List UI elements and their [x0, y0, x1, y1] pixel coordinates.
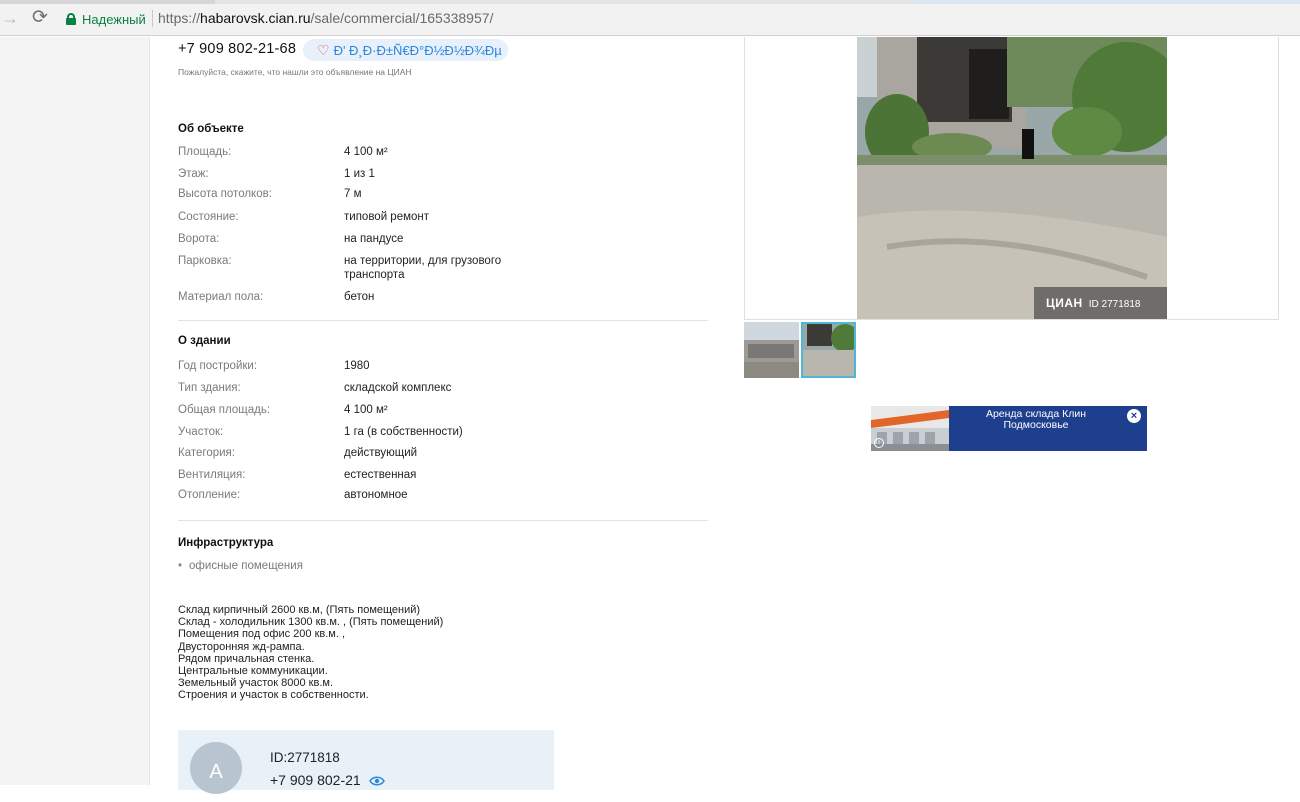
lock-icon	[66, 13, 76, 25]
row-key: Высота потолков:	[178, 188, 272, 200]
row-value: естественная	[344, 469, 417, 481]
agent-phone[interactable]: +7 909 802-21	[270, 772, 385, 788]
description-line: Склад - холодильник 1300 кв.м. , (Пять п…	[178, 616, 444, 629]
row-key: Тип здания:	[178, 382, 241, 394]
row-key: Вентиляция:	[178, 469, 246, 481]
favorite-button[interactable]: ♡ Ð' Ð¸Ð·Ð±Ñ€Ð°Ð½Ð½Ð¾Ðµ	[303, 39, 508, 61]
infrastructure-section-title: Инфраструктура	[178, 537, 274, 549]
section-divider	[178, 520, 708, 521]
security-indicator[interactable]: Надежный	[66, 10, 146, 28]
favorite-label: Ð' Ð¸Ð·Ð±Ñ€Ð°Ð½Ð½Ð¾Ðµ	[333, 43, 502, 58]
tab-strip	[0, 0, 1300, 4]
section-divider	[178, 320, 708, 321]
row-key: Ворота:	[178, 233, 220, 245]
row-value: складской комплекс	[344, 382, 452, 394]
contact-phone[interactable]: +7 909 802-21-68	[178, 41, 296, 57]
row-key: Год постройки:	[178, 360, 258, 372]
url-path: /sale/commercial/165338957/	[310, 10, 494, 26]
info-icon[interactable]: i	[874, 438, 884, 448]
row-key: Этаж:	[178, 168, 209, 180]
listing-photo[interactable]: ЦИАН ID 2771818	[857, 37, 1167, 319]
description-line: Помещения под офис 200 кв.м. ,	[178, 628, 346, 641]
row-value: на территории, для грузового транспорта	[344, 255, 502, 281]
infrastructure-item: офисные помещения	[178, 560, 303, 572]
row-value: 1 из 1	[344, 168, 375, 180]
description-line: Склад кирпичный 2600 кв.м, (Пять помещен…	[178, 604, 421, 616]
left-gutter	[0, 37, 150, 785]
row-key: Состояние:	[178, 211, 239, 223]
row-key: Общая площадь:	[178, 404, 271, 416]
avatar: А	[190, 742, 242, 794]
row-key: Отопление:	[178, 489, 241, 501]
description-line: Строения и участок в собственности.	[178, 689, 369, 702]
description-line: Центральные коммуникации.	[178, 665, 328, 678]
photo-watermark: ЦИАН ID 2771818	[1034, 287, 1167, 319]
watermark-id: ID 2771818	[1088, 299, 1141, 310]
row-value: типовой ремонт	[344, 211, 430, 223]
url-host: habarovsk.cian.ru	[200, 10, 311, 26]
row-key: Участок:	[178, 426, 224, 438]
agent-id: ID:2771818	[270, 750, 340, 765]
heart-icon: ♡	[317, 42, 330, 58]
watermark-brand: ЦИАН	[1046, 296, 1083, 310]
row-key: Парковка:	[178, 255, 232, 267]
photo-thumbnail-active[interactable]	[801, 322, 856, 378]
ad-text-line: Подмосковье	[1003, 419, 1069, 431]
url-scheme: https://	[158, 10, 201, 26]
building-section-title: О здании	[178, 335, 231, 347]
contact-hint: Пожалуйста, скажите, что нашли это объяв…	[178, 67, 412, 77]
row-value: 4 100 м²	[344, 404, 388, 416]
close-icon[interactable]: ×	[1127, 409, 1141, 423]
row-value: на пандусе	[344, 233, 404, 245]
row-value: 4 100 м²	[344, 146, 388, 158]
browser-toolbar: → ⟳ Надежный https://habarovsk.cian.ru/s…	[0, 0, 1300, 36]
thumbnail-image	[803, 324, 854, 376]
listing-description: Склад кирпичный 2600 кв.м, (Пять помещен…	[178, 604, 443, 702]
description-line: Двусторонняя жд-рампа.	[178, 640, 305, 653]
agent-phone-number: +7 909 802-21	[270, 772, 361, 788]
address-separator	[152, 10, 153, 27]
warehouse-photo-illustration	[857, 37, 1167, 319]
address-bar[interactable]: https://habarovsk.cian.ru/sale/commercia…	[158, 10, 493, 26]
agent-card: А ID:2771818 +7 909 802-21	[178, 730, 554, 794]
row-value: 1 га (в собственности)	[344, 426, 463, 438]
photo-gallery: ЦИАН ID 2771818	[744, 37, 1279, 320]
listing-page: +7 909 802-21-68 ♡ Ð' Ð¸Ð·Ð±Ñ€Ð°Ð½Ð½Ð¾Ðµ …	[151, 37, 1300, 794]
ad-text: Аренда склада Клин Подмосковье	[971, 409, 1101, 431]
row-key: Материал пола:	[178, 291, 264, 303]
row-value: автономное	[344, 489, 408, 501]
row-key: Площадь:	[178, 146, 232, 158]
photo-thumbnail[interactable]	[744, 322, 799, 378]
row-value: действующий	[344, 447, 418, 459]
description-line: Земельный участок 8000 кв.м.	[178, 677, 334, 690]
reload-icon[interactable]: ⟳	[30, 8, 50, 28]
security-label: Надежный	[82, 11, 146, 27]
object-section-title: Об объекте	[178, 123, 244, 135]
forward-arrow-icon[interactable]: →	[0, 8, 20, 28]
advertisement-banner[interactable]: i Аренда склада Клин Подмосковье ×	[871, 406, 1147, 451]
row-value: бетон	[344, 291, 375, 303]
row-value: 7 м	[344, 188, 362, 200]
row-key: Категория:	[178, 447, 235, 459]
description-line: Рядом причальная стенка.	[178, 652, 315, 665]
thumbnail-image	[744, 322, 799, 378]
row-value: 1980	[344, 360, 370, 372]
